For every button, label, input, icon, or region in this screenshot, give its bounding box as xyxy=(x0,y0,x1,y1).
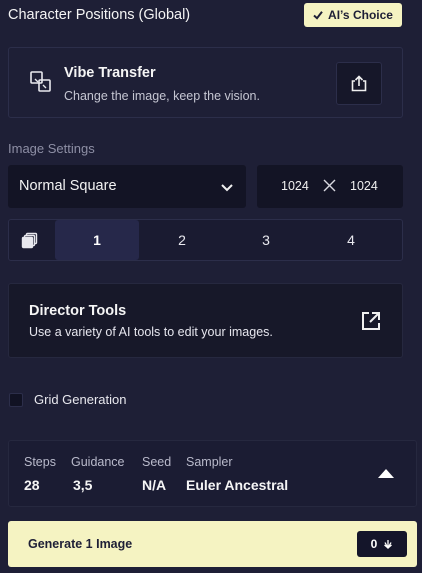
upload-icon xyxy=(351,74,367,91)
steps-label: Steps xyxy=(24,455,56,469)
director-tools-subtitle: Use a variety of AI tools to edit your i… xyxy=(29,325,273,339)
sampler-value: Euler Ancestral xyxy=(186,477,289,493)
chevron-down-icon xyxy=(221,184,233,192)
steps-value: 28 xyxy=(24,477,40,493)
director-tools-title: Director Tools xyxy=(29,303,127,319)
vibe-transfer-icon xyxy=(30,71,51,92)
resolution-select[interactable]: Normal Square xyxy=(8,165,246,208)
count-option-1[interactable]: 1 xyxy=(55,220,139,260)
anlas-cost-value: 0 xyxy=(370,537,378,551)
height-input[interactable]: 1024 xyxy=(350,179,378,193)
seed-label: Seed xyxy=(142,455,172,469)
image-settings-label: Image Settings xyxy=(8,141,95,156)
count-option-3[interactable]: 3 xyxy=(224,220,308,260)
anlas-cost-badge: 0 xyxy=(357,531,407,557)
guidance-label: Guidance xyxy=(71,455,125,469)
ai-choice-button[interactable]: AI’s Choice xyxy=(304,3,402,27)
director-tools-card[interactable] xyxy=(8,283,403,358)
dimensions-field: 1024 1024 xyxy=(257,165,403,208)
grid-generation-label: Grid Generation xyxy=(34,392,127,407)
vibe-transfer-subtitle: Change the image, keep the vision. xyxy=(64,89,260,103)
check-icon xyxy=(313,11,323,20)
generate-button-label: Generate 1 Image xyxy=(28,537,133,551)
guidance-value: 3,5 xyxy=(73,477,93,493)
external-link-icon[interactable] xyxy=(360,310,382,332)
width-input[interactable]: 1024 xyxy=(281,179,309,193)
resolution-value: Normal Square xyxy=(19,178,117,194)
upload-image-button[interactable] xyxy=(336,62,382,105)
generation-settings-summary[interactable] xyxy=(8,440,417,507)
count-option-4[interactable]: 4 xyxy=(309,220,393,260)
sampler-label: Sampler xyxy=(186,455,233,469)
times-icon xyxy=(323,179,336,192)
anlas-icon xyxy=(384,540,393,549)
stacked-images-icon xyxy=(21,232,38,249)
panel-title: Character Positions (Global) xyxy=(8,7,191,23)
collapse-triangle-icon[interactable] xyxy=(378,468,394,478)
vibe-transfer-title: Vibe Transfer xyxy=(64,65,156,81)
count-option-2[interactable]: 2 xyxy=(140,220,224,260)
grid-generation-checkbox[interactable] xyxy=(9,393,23,407)
vibe-transfer-card[interactable]: Vibe Transfer Change the image, keep the… xyxy=(8,47,403,118)
ai-choice-label: AI’s Choice xyxy=(328,8,393,22)
seed-value: N/A xyxy=(142,477,167,493)
